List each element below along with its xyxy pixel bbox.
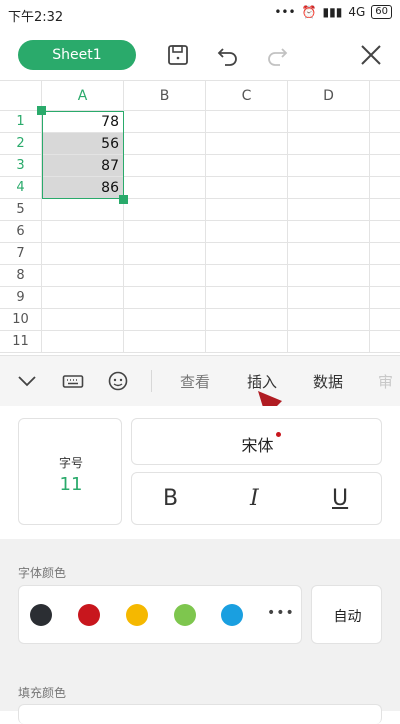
row-header[interactable]: 10 xyxy=(0,309,42,331)
empty-cells-top[interactable] xyxy=(124,111,400,199)
column-header-c[interactable]: C xyxy=(206,81,288,111)
column-header-b[interactable]: B xyxy=(124,81,206,111)
font-color-swatches: ••• xyxy=(18,585,302,644)
underline-button[interactable]: U xyxy=(332,486,348,511)
column-header-a[interactable]: A xyxy=(42,81,124,111)
bold-button[interactable]: B xyxy=(163,486,178,511)
row-header[interactable]: 2 xyxy=(0,133,42,155)
row-header[interactable]: 8 xyxy=(0,265,42,287)
grid-corner[interactable] xyxy=(0,81,42,111)
font-name-label: 宋体 xyxy=(241,436,274,455)
cell-a3[interactable]: 87 xyxy=(42,155,124,177)
row-header[interactable]: 11 xyxy=(0,331,42,353)
spreadsheet-grid: A B C D 1 2 3 4 5 6 7 8 9 10 11 78 56 87… xyxy=(0,80,400,356)
emoji-icon[interactable] xyxy=(107,370,129,396)
style-buttons-card: B I U xyxy=(131,472,382,525)
color-swatch-blue[interactable] xyxy=(221,604,243,626)
column-header-e[interactable] xyxy=(370,81,400,111)
status-right: ••• ⏰ ▮▮▮ 4G 60 xyxy=(274,5,392,19)
row-header[interactable]: 1 xyxy=(0,111,42,133)
fill-color-swatches xyxy=(18,704,382,724)
font-size-value: 11 xyxy=(59,474,83,495)
battery-icon: 60 xyxy=(371,5,392,19)
top-toolbar: Sheet1 xyxy=(0,30,400,80)
color-swatch-red[interactable] xyxy=(78,604,100,626)
bottom-tool-strip: 查看 插入 数据 审 xyxy=(0,355,400,407)
cell-a1[interactable]: 78 xyxy=(42,111,124,133)
dots-icon: ••• xyxy=(274,5,296,19)
signal-icon: ▮▮▮ xyxy=(322,5,343,19)
close-icon[interactable] xyxy=(356,40,386,70)
alarm-icon: ⏰ xyxy=(301,5,317,19)
fill-color-label: 填充颜色 xyxy=(18,686,67,700)
cell-a2[interactable]: 56 xyxy=(42,133,124,155)
cell-a4[interactable]: 86 xyxy=(42,177,124,199)
color-swatch-green[interactable] xyxy=(174,604,196,626)
font-size-label: 字号 xyxy=(58,456,83,470)
row-header[interactable]: 4 xyxy=(0,177,42,199)
column-header-d[interactable]: D xyxy=(288,81,370,111)
italic-button[interactable]: I xyxy=(250,486,259,511)
empty-cells[interactable] xyxy=(42,199,400,353)
row-header[interactable]: 5 xyxy=(0,199,42,221)
font-size-card[interactable]: 字号 11 xyxy=(18,418,122,525)
font-name-button[interactable]: 宋体 xyxy=(131,418,382,465)
selection-handle-top-left[interactable] xyxy=(37,106,46,115)
network-label: 4G xyxy=(348,5,366,19)
chevron-down-icon[interactable] xyxy=(16,370,38,396)
auto-color-label: 自动 xyxy=(333,609,362,625)
font-panel: 字号 11 宋体 B I U 字体颜色 ••• 自动 填充颜色 xyxy=(0,406,400,724)
color-swatch-yellow[interactable] xyxy=(126,604,148,626)
tab-review[interactable]: 审 xyxy=(378,371,400,392)
row-header[interactable]: 6 xyxy=(0,221,42,243)
red-dot-icon xyxy=(276,432,281,437)
sheet-tab-button[interactable]: Sheet1 xyxy=(18,40,136,70)
status-bar: 下午2:32 ••• ⏰ ▮▮▮ 4G 60 xyxy=(0,0,400,30)
color-swatch-black[interactable] xyxy=(30,604,52,626)
tab-view[interactable]: 查看 xyxy=(180,371,210,392)
row-header[interactable]: 7 xyxy=(0,243,42,265)
selection-handle-bottom-right[interactable] xyxy=(119,195,128,204)
undo-icon[interactable] xyxy=(213,40,243,70)
keyboard-icon[interactable] xyxy=(62,370,84,396)
more-colors-button[interactable]: ••• xyxy=(267,605,295,621)
row-header[interactable]: 9 xyxy=(0,287,42,309)
status-time: 下午2:32 xyxy=(8,10,64,25)
redo-icon[interactable] xyxy=(262,40,292,70)
strip-divider xyxy=(151,370,152,392)
save-icon[interactable] xyxy=(163,40,193,70)
row-header[interactable]: 3 xyxy=(0,155,42,177)
font-color-label: 字体颜色 xyxy=(18,566,67,580)
auto-color-button[interactable]: 自动 xyxy=(311,585,382,644)
